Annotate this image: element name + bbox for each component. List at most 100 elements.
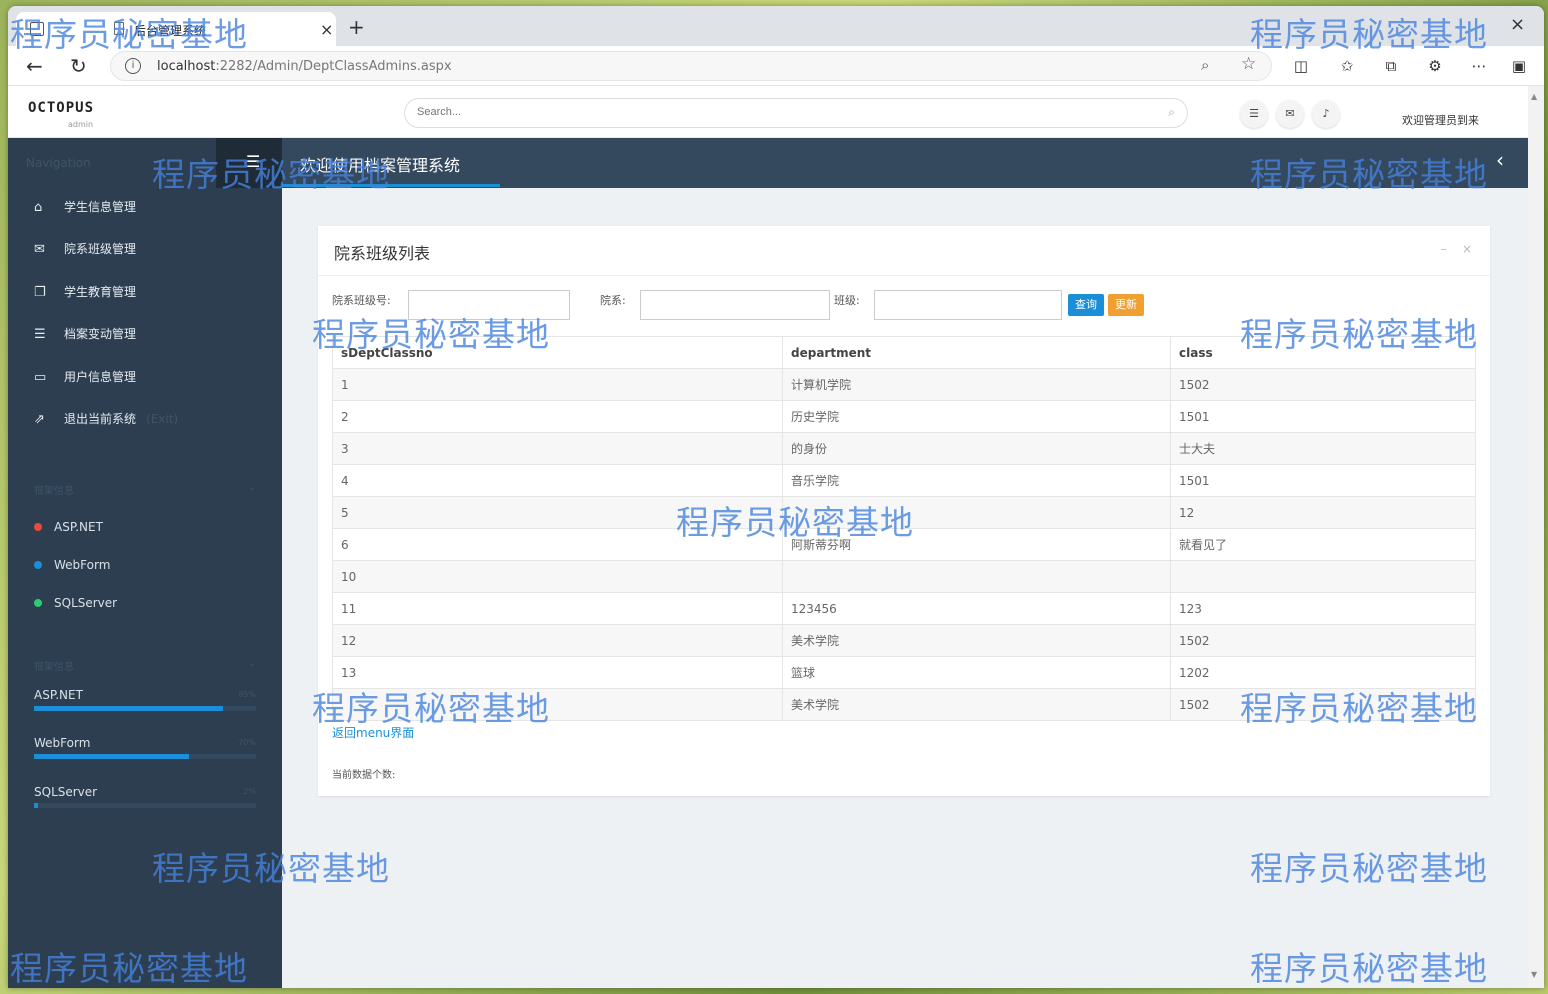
- app-logo[interactable]: OCTOPUS: [28, 100, 94, 116]
- table-cell: 就看见了: [1170, 528, 1476, 561]
- table-row: 3 的身份 士大夫: [332, 432, 1476, 465]
- sidebar-item-label: 学生信息管理: [64, 200, 137, 214]
- filter-deptclassno-label: 院系班级号:: [332, 294, 391, 307]
- table-row: 2 历史学院 1501: [332, 400, 1476, 433]
- sidebar-item-archive-change[interactable]: ☰ 档案变动管理: [34, 325, 136, 345]
- progress-webform: WebForm 70%: [34, 736, 256, 759]
- search-icon[interactable]: ⌕: [1168, 105, 1175, 120]
- sidebar-item-label: 学生教育管理: [64, 285, 137, 299]
- reload-icon[interactable]: ↻: [70, 54, 87, 78]
- dept-input[interactable]: [640, 290, 830, 320]
- home-icon: ⌂: [34, 200, 43, 215]
- extensions-icon[interactable]: ⚙: [1426, 57, 1444, 75]
- panel-title: 院系班级列表: [334, 244, 431, 263]
- split-screen-icon[interactable]: ◫: [1292, 57, 1310, 75]
- table-cell: [782, 560, 1171, 593]
- more-icon[interactable]: ⋯: [1470, 57, 1488, 75]
- table-cell: 4: [332, 464, 783, 497]
- tag-webform[interactable]: WebForm: [34, 558, 110, 572]
- refresh-button[interactable]: 更新: [1108, 294, 1144, 316]
- hamburger-icon: ☰: [246, 152, 261, 171]
- tag-label: WebForm: [54, 558, 111, 572]
- table-row: 12 美术学院 1502: [332, 624, 1476, 657]
- zoom-icon[interactable]: ⌕: [1201, 56, 1209, 74]
- record-count-label: 当前数据个数:: [332, 770, 396, 781]
- table-body: 1 计算机学院 1502 2 历史学院 1501 3 的身份 士大夫 4 音乐学院 1501 5 12 6 阿…: [332, 368, 1476, 721]
- progress-label: ASP.NET: [34, 688, 83, 702]
- green-dot-icon: [34, 599, 42, 607]
- sidebar-item-user-info[interactable]: ▭ 用户信息管理: [34, 368, 136, 388]
- chevron-down-icon[interactable]: ⌄: [248, 658, 256, 669]
- table-cell: 12: [1170, 496, 1476, 529]
- sidebar-item-dept-class[interactable]: ✉ 院系班级管理: [34, 240, 136, 260]
- envelope-icon: ✉: [34, 242, 45, 257]
- sidebar-item-label: 院系班级管理: [64, 242, 137, 256]
- sidebar-item-student-info[interactable]: ⌂ 学生信息管理: [34, 198, 136, 218]
- favorites-icon[interactable]: ✩: [1338, 57, 1356, 75]
- table-cell: 11: [332, 592, 783, 625]
- table-cell: 美术学院: [782, 624, 1171, 657]
- collections-icon[interactable]: ⧉: [1382, 57, 1400, 75]
- bell-icon[interactable]: ♪: [1312, 100, 1340, 128]
- table-cell: 篮球: [782, 656, 1171, 689]
- table-cell: 1501: [1170, 400, 1476, 433]
- url-text[interactable]: localhost:2282/Admin/DeptClassAdmins.asp…: [157, 59, 452, 74]
- nav-title: Navigation: [26, 156, 91, 170]
- mail-icon[interactable]: ✉: [1276, 100, 1304, 128]
- window-close-button[interactable]: ×: [1510, 14, 1525, 35]
- sidebar-item-education[interactable]: ❐ 学生教育管理: [34, 283, 136, 303]
- site-info-icon[interactable]: i: [125, 58, 141, 74]
- new-tab-button[interactable]: +: [348, 15, 365, 39]
- search-input[interactable]: [417, 106, 1117, 118]
- close-icon[interactable]: ×: [1462, 242, 1472, 256]
- back-to-menu-link[interactable]: 返回menu界面: [332, 724, 414, 741]
- column-header[interactable]: class: [1170, 336, 1476, 369]
- scroll-down-icon[interactable]: ▼: [1531, 970, 1537, 979]
- chevron-left-icon[interactable]: ‹: [1496, 148, 1504, 172]
- browser-tab[interactable]: 后台管理系统 ×: [16, 12, 336, 46]
- column-header[interactable]: department: [782, 336, 1171, 369]
- table-row: 1 计算机学院 1502: [332, 368, 1476, 401]
- search-box[interactable]: ⌕: [404, 98, 1188, 128]
- table-cell: 美术学院: [782, 688, 1171, 721]
- menu-list-icon[interactable]: ☰: [1240, 100, 1268, 128]
- tag-sqlserver[interactable]: SQLServer: [34, 596, 117, 610]
- welcome-text[interactable]: 欢迎管理员到来: [1402, 112, 1479, 128]
- scroll-up-icon[interactable]: ▲: [1531, 92, 1537, 101]
- column-header[interactable]: sDeptClassno: [332, 336, 783, 369]
- class-input[interactable]: [874, 290, 1062, 320]
- exit-hint: (Exit): [146, 412, 179, 426]
- favorite-star-icon[interactable]: ☆: [1241, 54, 1256, 74]
- table-row: 美术学院 1502: [332, 688, 1476, 721]
- table-header-row: sDeptClassno department class: [332, 336, 1476, 369]
- progress-percent: 85%: [238, 690, 256, 699]
- progress-label: WebForm: [34, 736, 91, 750]
- table-cell: 2: [332, 400, 783, 433]
- tab-close-button[interactable]: ×: [320, 20, 333, 39]
- table-row: 4 音乐学院 1501: [332, 464, 1476, 497]
- url-field[interactable]: i localhost:2282/Admin/DeptClassAdmins.a…: [110, 51, 1272, 81]
- query-button[interactable]: 查询: [1068, 294, 1104, 316]
- progress-percent: 70%: [238, 738, 256, 747]
- menu-toggle-button[interactable]: ☰: [216, 138, 282, 188]
- sidebar-item-label: 用户信息管理: [64, 370, 137, 384]
- table-cell: 1: [332, 368, 783, 401]
- deptclassno-input[interactable]: [408, 290, 570, 320]
- page-scrollbar[interactable]: ▲ ▼: [1528, 86, 1544, 988]
- table-cell: 1501: [1170, 464, 1476, 497]
- chevron-down-icon[interactable]: ⌄: [248, 482, 256, 493]
- progress-fill: [34, 803, 39, 808]
- tag-aspnet[interactable]: ASP.NET: [34, 520, 103, 534]
- progress-fill: [34, 754, 190, 759]
- back-arrow-icon[interactable]: ←: [26, 54, 43, 78]
- tag-label: ASP.NET: [54, 520, 103, 534]
- minimize-icon[interactable]: –: [1441, 242, 1447, 256]
- table-cell: [1170, 560, 1476, 593]
- progress-aspnet: ASP.NET 85%: [34, 688, 256, 711]
- table-cell: 6: [332, 528, 783, 561]
- sidebar-toggle-icon[interactable]: ▣: [1510, 57, 1528, 75]
- table-cell: 音乐学院: [782, 464, 1171, 497]
- table-cell: 阿斯蒂芬啊: [782, 528, 1171, 561]
- sidebar-item-exit[interactable]: ⇗ 退出当前系统 (Exit): [34, 410, 178, 430]
- tab-actions-icon[interactable]: [30, 22, 44, 36]
